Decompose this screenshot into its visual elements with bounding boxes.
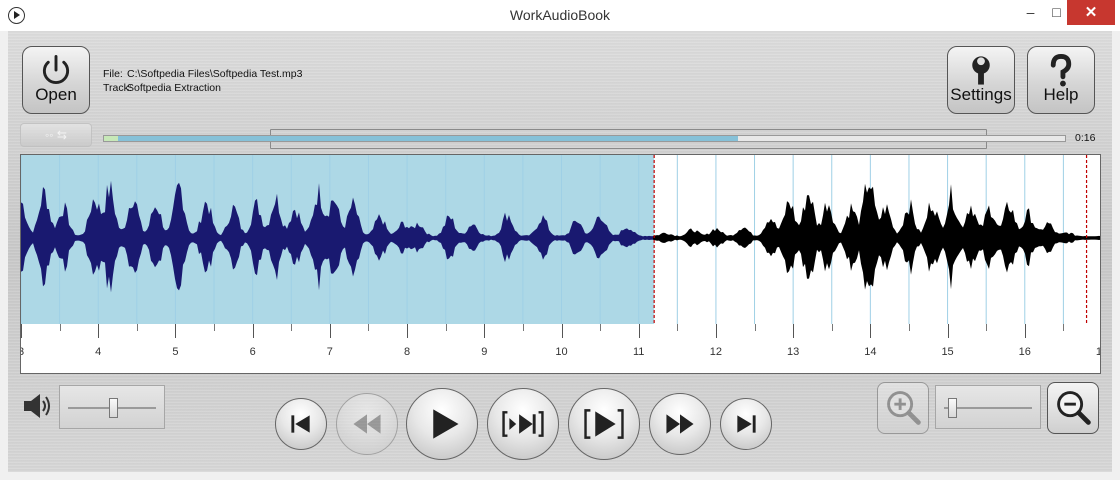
zoom-slider[interactable] [935,385,1041,429]
ruler-minor-tick [600,324,602,331]
ruler-minor-tick [214,324,216,331]
waveform-view[interactable] [20,154,1101,325]
file-info: File: C:\Softpedia Files\Softpedia Test.m… [103,67,303,95]
zoom-out-button[interactable] [1047,382,1099,434]
wrench-icon [972,56,990,85]
help-button-label: Help [1043,85,1079,104]
skip-to-end-icon [737,415,756,433]
repeat-segment-icon [502,411,544,437]
ruler-tick [21,324,22,338]
ruler-label: 5 [172,346,179,358]
ruler-label: 12 [709,346,723,358]
track-key: Track: [103,82,132,94]
time-ruler[interactable]: 3 4 5 6 7 8 9 10 11 12 13 14 15 16 17 [20,324,1101,374]
ruler-minor-tick [677,324,679,331]
ruler-label: 11 [632,346,645,358]
play-segment-button[interactable] [568,388,640,460]
ruler-label: 9 [481,346,488,358]
ruler-tick [870,324,872,338]
speaker-icon[interactable] [22,392,52,420]
rewind-icon [353,414,381,434]
repeat-segment-button[interactable] [487,388,559,460]
ruler-minor-tick [908,324,910,331]
ruler-minor-tick [445,324,447,331]
ruler-minor-tick [831,324,833,331]
progress-fill [104,136,739,141]
ruler-tick [715,324,717,338]
file-path: C:\Softpedia Files\Softpedia Test.mp3 [127,68,303,80]
maximize-button[interactable]: □ [1043,0,1070,25]
ruler-tick [484,324,486,338]
volume-slider[interactable] [59,385,165,429]
ruler-label: 14 [864,346,877,358]
ruler-label: 17 [1092,346,1100,358]
help-button[interactable]: Help [1027,46,1095,114]
fast-forward-icon [666,414,694,434]
ruler-tick [793,324,795,338]
ruler-tick [1024,324,1026,338]
play-icon [433,409,459,439]
ruler-minor-tick [986,324,988,331]
ruler-label: 6 [249,346,256,358]
skip-to-start-button[interactable] [275,398,327,450]
open-button-label: Open [35,85,77,104]
progress-start-marker [104,136,118,141]
file-key: File: [103,68,123,80]
ruler-label: 13 [787,346,800,358]
window-frame-left [0,31,8,480]
close-button[interactable]: ✕ [1067,0,1115,25]
ruler-minor-tick [754,324,756,331]
skip-to-start-icon [291,415,310,433]
power-icon [42,54,70,85]
elapsed-time: 0:16 [1075,132,1096,144]
main-panel: Open File: C:\Softpedia Files\Softpedia T… [8,31,1112,472]
ruler-label: 8 [404,346,411,358]
settings-button[interactable]: Settings [947,46,1015,114]
ruler-label: 4 [95,346,102,358]
zoom-slider-thumb[interactable] [948,398,958,418]
open-button[interactable]: Open [22,46,90,114]
question-mark-icon [1050,53,1072,87]
ruler-label: 3 [21,346,31,358]
window-title: WorkAudioBook [509,7,611,23]
track-name: Softpedia Extraction [127,82,221,94]
window-frame-bottom [0,472,1120,480]
skip-to-end-button[interactable] [720,398,772,450]
waveform-canvas [21,155,1100,324]
ruler-tick [252,324,254,338]
ruler-minor-tick [59,324,61,331]
ruler-label: 15 [941,346,954,358]
ruler-tick [638,324,640,338]
ruler-minor-tick [291,324,293,331]
ruler-label: 16 [1018,346,1031,358]
play-segment-icon [584,409,624,439]
fast-forward-button[interactable] [649,393,711,455]
settings-button-label: Settings [950,85,1012,104]
ruler-tick [407,324,409,338]
zoom-in-icon [887,391,921,425]
progress-bar[interactable] [103,135,1066,142]
ruler-minor-tick [368,324,370,331]
zoom-out-icon [1057,391,1091,425]
ruler-minor-tick [522,324,524,331]
ruler-tick [98,324,100,338]
ruler-label: 7 [326,346,333,358]
ruler-tick [329,324,331,338]
ruler-minor-tick [1063,324,1065,331]
ruler-tick [947,324,949,338]
window-frame-right [1112,31,1120,480]
play-button[interactable] [406,388,478,460]
ruler-tick [561,324,563,338]
ruler-tick [175,324,177,338]
title-bar: WorkAudioBook – □ ✕ [0,0,1120,31]
unplayed-waveform [653,183,1100,290]
minimize-button[interactable]: – [1017,0,1044,25]
zoom-slider-track [944,407,1032,409]
volume-slider-thumb[interactable] [108,398,118,418]
ruler-label: 10 [555,346,568,358]
loop-toggle-button[interactable]: ◦◦ ⇆ [20,123,92,147]
rewind-button[interactable] [336,393,398,455]
zoom-in-button[interactable] [877,382,929,434]
ruler-minor-tick [136,324,138,331]
